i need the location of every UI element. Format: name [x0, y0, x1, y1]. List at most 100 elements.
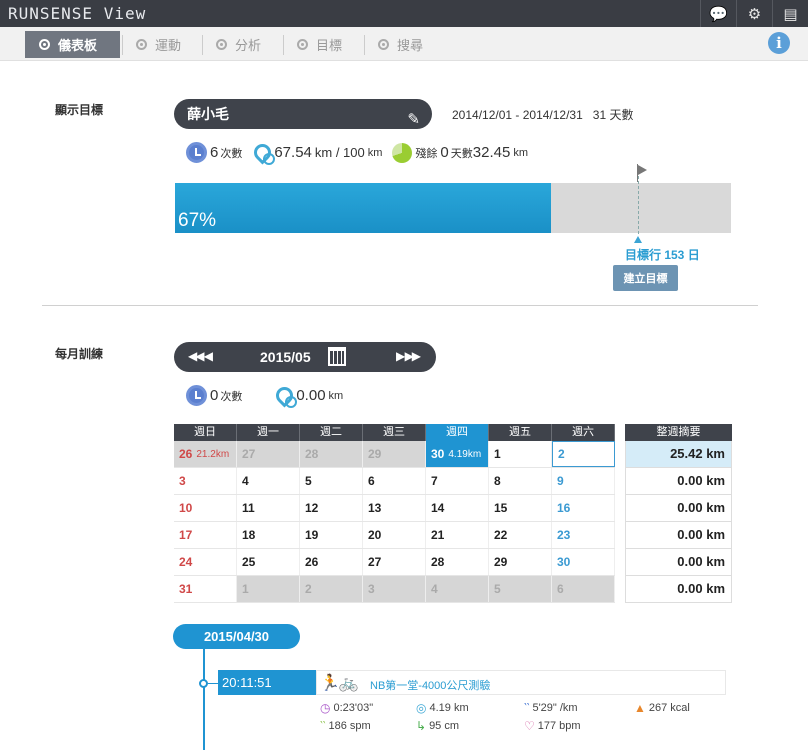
calendar-day-cell[interactable]: 19 [300, 522, 363, 548]
calendar-day-cell[interactable]: 21 [426, 522, 489, 548]
calendar-week-row: 31 1 2 3 4 5 6 [174, 576, 615, 603]
timeline-date[interactable]: 2015/04/30 [173, 624, 300, 649]
calendar-day-cell[interactable]: 4 [426, 576, 489, 602]
distance-value: 4.19 km [429, 702, 469, 714]
monthly-distance-value: 0.00 [296, 387, 326, 404]
gear-icon[interactable]: ⚙ [736, 0, 772, 27]
calendar-day-cell[interactable]: 9 [552, 468, 615, 494]
prev-month-buttons[interactable]: ◀◀ ◀ [188, 349, 213, 363]
calendar-day-cell[interactable]: 1 [489, 441, 552, 467]
calendar-day-cell[interactable]: 16 [552, 495, 615, 521]
chat-icon[interactable]: 💬 [700, 0, 736, 27]
calendar-day-cell[interactable]: 12 [300, 495, 363, 521]
calendar-day-cell[interactable]: 1 [237, 576, 300, 602]
progress-fill [175, 183, 551, 233]
toolbar-icons: 💬 ⚙ ▤ [700, 0, 808, 27]
calendar-week-row: 24 25 26 27 28 29 30 [174, 549, 615, 576]
calendar-day-cell[interactable]: 26 [300, 549, 363, 575]
calendar-day-cell[interactable]: 3 [174, 468, 237, 494]
monthly-section-label: 每月訓練 [55, 347, 104, 361]
day-number: 31 [179, 582, 193, 596]
calendar-day-cell[interactable]: 13 [363, 495, 426, 521]
goal-marker-text: 目標行 153 日 [625, 248, 700, 262]
goal-name: 薛小毛 [187, 106, 229, 122]
calendar-day-cell[interactable]: 11 [237, 495, 300, 521]
day-number: 15 [494, 501, 508, 515]
calendar-day-cell[interactable]: 5 [300, 468, 363, 494]
tab-analysis[interactable]: 分析 [202, 31, 282, 58]
goal-name-selector[interactable]: 薛小毛 ✎ [174, 99, 432, 129]
day-number: 4 [431, 582, 438, 596]
stride-icon: ↳ [416, 719, 427, 733]
activity-title[interactable]: NB第一堂-4000公尺測驗 [370, 677, 490, 693]
tab-search[interactable]: 搜尋 [364, 31, 444, 58]
tab-circle-icon [136, 39, 147, 50]
calendar-day-cell[interactable]: 14 [426, 495, 489, 521]
calendar-day-cell[interactable]: 17 [174, 522, 237, 548]
calendar-day-cell[interactable]: 2 [300, 576, 363, 602]
nav-bar: 儀表板 運動 分析 目標 搜尋 [0, 27, 808, 61]
calendar-day-cell[interactable]: 20 [363, 522, 426, 548]
calendar-day-cell[interactable]: 22 [489, 522, 552, 548]
duration-value: 0:23'03" [333, 702, 374, 714]
activity-time[interactable]: 20:11:51 [218, 670, 316, 695]
calendar-icon[interactable] [328, 347, 346, 366]
date-range-text: 2014/12/01 - 2014/12/31 [452, 108, 583, 122]
create-goal-button[interactable]: 建立目標 [613, 265, 678, 291]
flag-icon [638, 165, 647, 175]
calendar-day-cell[interactable]: 27 [363, 549, 426, 575]
day-number: 16 [557, 501, 571, 515]
calendar-day-cell[interactable]: 4 [237, 468, 300, 494]
pace-value: 5'29" /km [532, 702, 578, 714]
calendar-day-cell[interactable]: 30 4.19km [426, 441, 489, 467]
next-month-buttons[interactable]: ▶ ▶▶ [396, 349, 421, 363]
calendar-week-row: 3 4 5 6 7 8 9 [174, 468, 615, 495]
calendar-day-cell[interactable]: 27 [237, 441, 300, 467]
tab-goals[interactable]: 目標 [283, 31, 363, 58]
calendar-day-cell[interactable]: 29 [489, 549, 552, 575]
calendar-day-cell[interactable]: 10 [174, 495, 237, 521]
metric-distance: ◎ 4.19 km [416, 701, 469, 715]
app-title: RUNSENSE View [8, 4, 147, 23]
weekday-header: 週六 [552, 424, 615, 441]
calendar-body: 26 21.2km 27 28 29 30 4.19km 1 2 3 4 5 6 7 8 9 10 11 12 13 1… [174, 441, 615, 603]
exit-icon[interactable]: ▤ [772, 0, 808, 27]
day-number: 1 [242, 582, 249, 596]
remaining-pie-icon [392, 142, 413, 163]
remaining-km-value: 32.45 [472, 144, 511, 161]
calendar-day-cell[interactable]: 24 [174, 549, 237, 575]
info-icon[interactable]: i [768, 32, 790, 54]
calendar-day-cell[interactable]: 28 [426, 549, 489, 575]
weekly-summary-value: 0.00 km [625, 495, 732, 522]
calendar-day-cell[interactable]: 29 [363, 441, 426, 467]
calendar-day-cell[interactable]: 23 [552, 522, 615, 548]
clock-icon: ◷ [320, 701, 331, 715]
calendar-day-cell[interactable]: 6 [363, 468, 426, 494]
calendar-day-cell[interactable]: 25 [237, 549, 300, 575]
calendar-day-cell[interactable]: 2 [552, 441, 615, 467]
calendar-day-cell[interactable]: 8 [489, 468, 552, 494]
calendar-day-cell[interactable]: 31 [174, 576, 237, 602]
pencil-icon[interactable]: ✎ [407, 105, 420, 135]
calendar-day-cell[interactable]: 5 [489, 576, 552, 602]
calendar-day-cell[interactable]: 3 [363, 576, 426, 602]
calendar-day-cell[interactable]: 7 [426, 468, 489, 494]
calendar-day-cell[interactable]: 15 [489, 495, 552, 521]
tab-dashboard[interactable]: 儀表板 [25, 31, 120, 58]
metric-cadence: ‵‵ 186 spm [320, 719, 371, 733]
day-distance: 21.2km [196, 448, 230, 460]
calendar-day-cell[interactable]: 28 [300, 441, 363, 467]
calendar-day-cell[interactable]: 26 21.2km [174, 441, 237, 467]
weekly-summary-value: 25.42 km [625, 441, 732, 468]
day-number: 27 [242, 447, 256, 461]
calendar-day-cell[interactable]: 30 [552, 549, 615, 575]
day-number: 6 [557, 582, 564, 596]
distance-unit-2: km [367, 146, 383, 159]
day-number: 3 [179, 474, 186, 488]
calendar-day-cell[interactable]: 18 [237, 522, 300, 548]
tab-exercise[interactable]: 運動 [122, 31, 202, 58]
distance-pin-icon [274, 387, 298, 408]
calendar-day-cell[interactable]: 6 [552, 576, 615, 602]
weekly-summary-value: 0.00 km [625, 576, 732, 603]
metric-pace: ‵‵ 5'29" /km [524, 701, 578, 715]
